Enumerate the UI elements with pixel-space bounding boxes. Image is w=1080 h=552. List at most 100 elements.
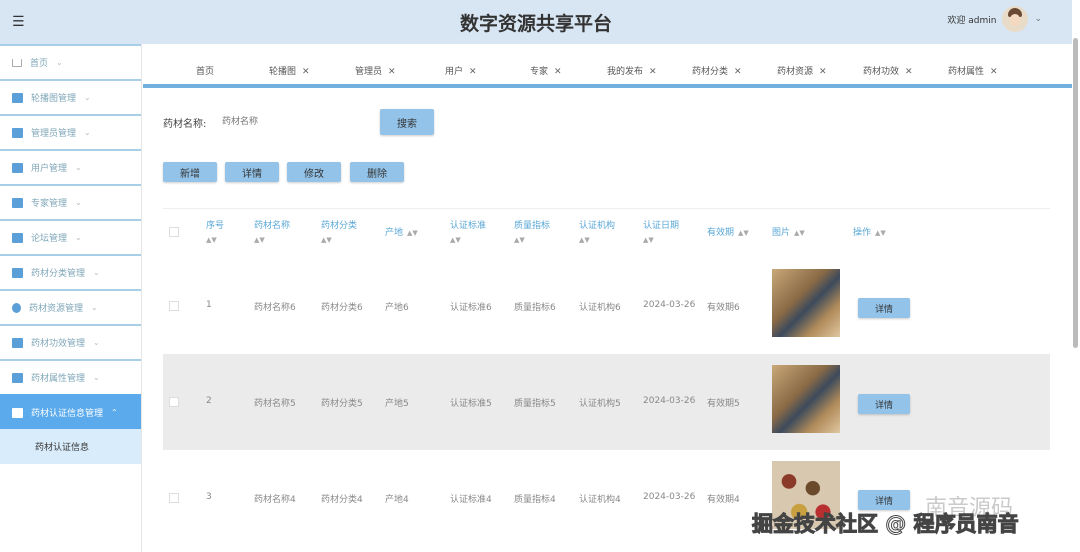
tab[interactable]: 药材资源 ✕ — [777, 64, 827, 77]
row-detail-button[interactable]: 详情 — [858, 490, 910, 510]
book-icon — [12, 267, 23, 278]
table-cell: 质量指标6 — [514, 303, 556, 313]
row-detail-button[interactable]: 详情 — [858, 394, 910, 414]
chevron-down-icon: ⌄ — [1034, 14, 1042, 24]
chevron-down-icon: ⌄ — [75, 198, 82, 207]
row-checkbox[interactable] — [169, 493, 179, 503]
row-checkbox[interactable] — [169, 301, 179, 311]
sidebar-subitem[interactable]: 药材认证信息 — [0, 429, 141, 464]
sidebar-item[interactable]: 药材属性管理 ⌄ — [0, 359, 141, 394]
sort-icon[interactable]: ▲▼ — [794, 229, 805, 237]
table-row: 2 药材名称5 药材分类5 产地5 认证标准5 质量指标5 认证机构5 2024-03-26 有… — [163, 354, 1050, 450]
column-header[interactable]: 认证机构 ▲▼ — [579, 219, 615, 247]
column-header[interactable]: 质量指标 ▲▼ — [514, 219, 550, 247]
column-header[interactable]: 药材名称 ▲▼ — [254, 219, 290, 247]
sort-icon[interactable]: ▲▼ — [206, 233, 224, 247]
page-title: 数字资源共享平台 — [459, 13, 612, 35]
search-label: 药材名称: — [163, 119, 207, 130]
tab[interactable]: 首页 — [196, 64, 214, 77]
column-header[interactable]: 操作 ▲▼ — [853, 226, 886, 240]
close-icon[interactable]: ✕ — [469, 67, 477, 77]
tab[interactable]: 药材分类 ✕ — [692, 64, 742, 77]
column-header[interactable]: 有效期 ▲▼ — [707, 226, 749, 240]
column-header[interactable]: 图片 ▲▼ — [772, 226, 805, 240]
table-cell: 认证标准5 — [450, 399, 492, 409]
sort-icon[interactable]: ▲▼ — [738, 229, 749, 237]
column-header[interactable]: 序号 ▲▼ — [206, 219, 224, 247]
card-icon — [12, 372, 23, 383]
table-cell: 认证机构4 — [579, 495, 621, 505]
close-icon[interactable]: ✕ — [905, 67, 913, 77]
chevron-down-icon: ⌄ — [56, 58, 63, 67]
close-icon[interactable]: ✕ — [388, 67, 396, 77]
close-icon[interactable]: ✕ — [990, 67, 998, 77]
chevron-up-icon: ⌃ — [111, 408, 118, 417]
sidebar-item[interactable]: 药材资源管理 ⌄ — [0, 289, 141, 324]
sidebar-item[interactable]: 首页 ⌄ — [0, 44, 141, 79]
drop-icon — [12, 302, 21, 313]
tab[interactable]: 药材属性 ✕ — [948, 64, 998, 77]
forum-icon — [12, 232, 23, 243]
column-header[interactable]: 产地 ▲▼ — [385, 226, 418, 240]
table-cell: 产地4 — [385, 495, 409, 505]
sort-icon[interactable]: ▲▼ — [254, 233, 290, 247]
search-button[interactable]: 搜索 — [380, 109, 434, 135]
sort-icon[interactable]: ▲▼ — [514, 233, 550, 247]
sidebar-item[interactable]: 药材功效管理 ⌄ — [0, 324, 141, 359]
detail-button[interactable]: 详情 — [225, 162, 279, 182]
close-icon[interactable]: ✕ — [819, 67, 827, 77]
sidebar-item[interactable]: 轮播图管理 ⌄ — [0, 79, 141, 114]
laptop-icon — [12, 407, 23, 418]
avatar[interactable] — [1002, 6, 1029, 32]
sort-icon[interactable]: ▲▼ — [579, 233, 615, 247]
tab-label: 专家 — [530, 67, 549, 77]
archive-icon — [12, 337, 23, 348]
sidebar-item[interactable]: 药材分类管理 ⌄ — [0, 254, 141, 289]
sidebar-item[interactable]: 论坛管理 ⌄ — [0, 219, 141, 254]
select-all-checkbox[interactable] — [169, 227, 179, 237]
table-cell: 有效期4 — [707, 495, 740, 505]
welcome-text: 欢迎 admin — [947, 15, 997, 26]
tab[interactable]: 管理员 ✕ — [355, 64, 396, 77]
sort-icon[interactable]: ▲▼ — [875, 229, 886, 237]
close-icon[interactable]: ✕ — [649, 67, 657, 77]
tab-label: 药材分类 — [692, 67, 729, 77]
tab[interactable]: 我的发布 ✕ — [607, 64, 657, 77]
sidebar-item-label: 药材分类管理 — [31, 269, 86, 279]
scrollbar[interactable] — [1073, 38, 1078, 348]
column-header[interactable]: 认证标准 ▲▼ — [450, 219, 486, 247]
sort-icon[interactable]: ▲▼ — [407, 229, 418, 237]
row-checkbox[interactable] — [169, 397, 179, 407]
table-cell: 药材分类6 — [321, 303, 363, 313]
data-table: 序号 ▲▼ 药材名称 ▲▼ 药材分类 ▲▼ 产地 ▲▼ 认证标准 ▲▼ 质量指标 ▲▼ 认证机构 ▲▼ 认证… — [163, 208, 1050, 546]
chevron-down-icon: ⌄ — [93, 338, 100, 347]
table-cell: 产地5 — [385, 399, 409, 409]
sidebar-item[interactable]: 专家管理 ⌄ — [0, 184, 141, 219]
add-button[interactable]: 新增 — [163, 162, 217, 182]
close-icon[interactable]: ✕ — [734, 67, 742, 77]
tab[interactable]: 药材功效 ✕ — [863, 64, 913, 77]
close-icon[interactable]: ✕ — [302, 67, 310, 77]
sidebar-item[interactable]: 管理员管理 ⌄ — [0, 114, 141, 149]
row-detail-button[interactable]: 详情 — [858, 298, 910, 318]
column-header[interactable]: 药材分类 ▲▼ — [321, 219, 357, 247]
close-icon[interactable]: ✕ — [554, 67, 562, 77]
search-input[interactable] — [222, 110, 362, 134]
sort-icon[interactable]: ▲▼ — [643, 233, 679, 247]
tab[interactable]: 专家 ✕ — [530, 64, 562, 77]
tab[interactable]: 用户 ✕ — [445, 64, 477, 77]
sidebar-item[interactable]: 药材认证信息管理 ⌃ — [0, 394, 141, 429]
sort-icon[interactable]: ▲▼ — [321, 233, 357, 247]
table-cell: 药材名称5 — [254, 399, 296, 409]
edit-button[interactable]: 修改 — [287, 162, 341, 182]
table-cell: 1 — [206, 300, 212, 310]
sidebar-item[interactable]: 用户管理 ⌄ — [0, 149, 141, 184]
delete-button[interactable]: 删除 — [350, 162, 404, 182]
user-menu[interactable]: 欢迎 admin ⌄ — [947, 6, 1042, 32]
tab[interactable]: 轮播图 ✕ — [269, 64, 310, 77]
sort-icon[interactable]: ▲▼ — [450, 233, 486, 247]
column-header[interactable]: 认证日期 ▲▼ — [643, 219, 679, 247]
sidebar-item-label: 药材功效管理 — [31, 339, 86, 349]
table-cell: 质量指标4 — [514, 495, 556, 505]
user-icon — [12, 162, 23, 173]
